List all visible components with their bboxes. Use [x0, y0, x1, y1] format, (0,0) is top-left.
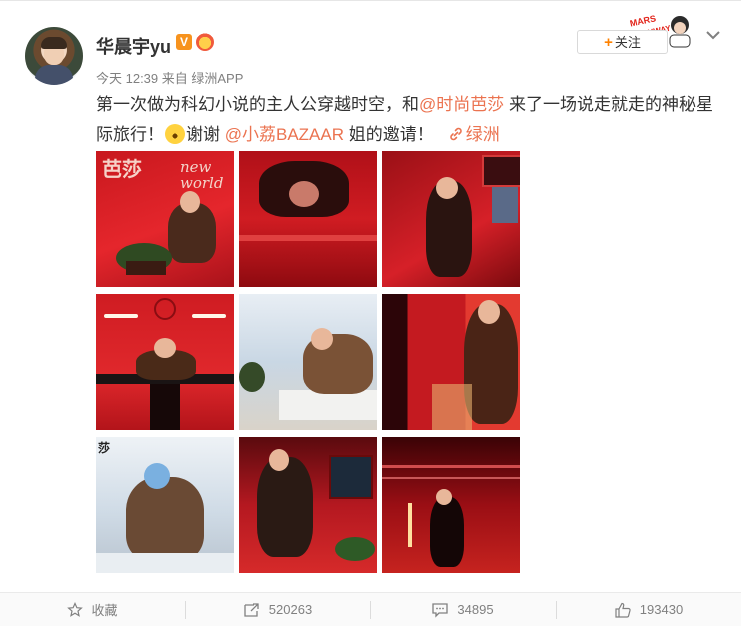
like-count: 193430 — [639, 602, 684, 617]
post-text-part: 姐的邀请！ — [344, 125, 434, 144]
favorite-button[interactable]: 收藏 — [0, 593, 185, 626]
photo-thumbnail[interactable] — [239, 151, 377, 287]
photo-thumbnail[interactable] — [96, 294, 234, 430]
photo-thumbnail[interactable] — [382, 294, 520, 430]
mention-link[interactable]: @时尚芭莎 — [419, 95, 504, 114]
like-button[interactable]: 193430 — [556, 593, 741, 626]
cover-title-fragment: 莎 — [98, 441, 111, 455]
link-icon — [449, 127, 462, 141]
weibo-post-card: 华晨宇yu V 今天 12:39 来自 绿洲APP MARS HIGHWAY +… — [0, 0, 741, 626]
shocked-emoji-icon — [165, 124, 185, 144]
comment-count: 34895 — [457, 602, 494, 617]
photo-thumbnail[interactable] — [382, 437, 520, 573]
follow-button[interactable]: + 关注 — [577, 30, 668, 54]
post-time-source[interactable]: 今天 12:39 来自 绿洲APP — [96, 68, 243, 87]
mention-link[interactable]: @小荔BAZAAR — [225, 125, 344, 144]
magazine-title: 芭莎 — [102, 157, 142, 181]
photo-thumbnail[interactable] — [239, 294, 377, 430]
post-text-part: 第一次做为科幻小说的主人公穿越时空，和 — [96, 95, 419, 114]
favorite-label: 收藏 — [91, 603, 118, 618]
avatar[interactable] — [25, 27, 83, 85]
repost-icon — [244, 602, 259, 617]
post-text-part: 谢谢 — [186, 125, 225, 144]
magazine-subtitle-line: world — [180, 174, 224, 192]
plus-icon: + — [604, 34, 613, 51]
member-badge-icon[interactable] — [196, 33, 214, 51]
photo-thumbnail[interactable]: 莎 — [96, 437, 234, 573]
comment-button[interactable]: 34895 — [370, 593, 555, 626]
chevron-down-icon[interactable] — [705, 27, 721, 43]
star-icon — [67, 601, 84, 617]
post-text: 第一次做为科幻小说的主人公穿越时空，和@时尚芭莎 来了一场说走就走的神秘星际旅行… — [96, 90, 726, 150]
repost-count: 520263 — [268, 602, 313, 617]
location-link[interactable]: 绿洲 — [466, 125, 500, 144]
username[interactable]: 华晨宇yu — [96, 33, 171, 59]
repost-button[interactable]: 520263 — [185, 593, 370, 626]
photo-thumbnail[interactable] — [239, 437, 377, 573]
magazine-subtitle: new world — [180, 159, 223, 191]
like-icon — [615, 602, 631, 618]
photo-grid: 芭莎 new world 莎 — [96, 151, 520, 573]
follow-label: 关注 — [614, 35, 641, 50]
photo-thumbnail[interactable] — [382, 151, 520, 287]
comment-icon — [432, 602, 449, 618]
action-bar: 收藏 520263 34895 193430 — [0, 592, 741, 626]
photo-thumbnail[interactable]: 芭莎 new world — [96, 151, 234, 287]
verified-badge-icon: V — [176, 34, 192, 50]
